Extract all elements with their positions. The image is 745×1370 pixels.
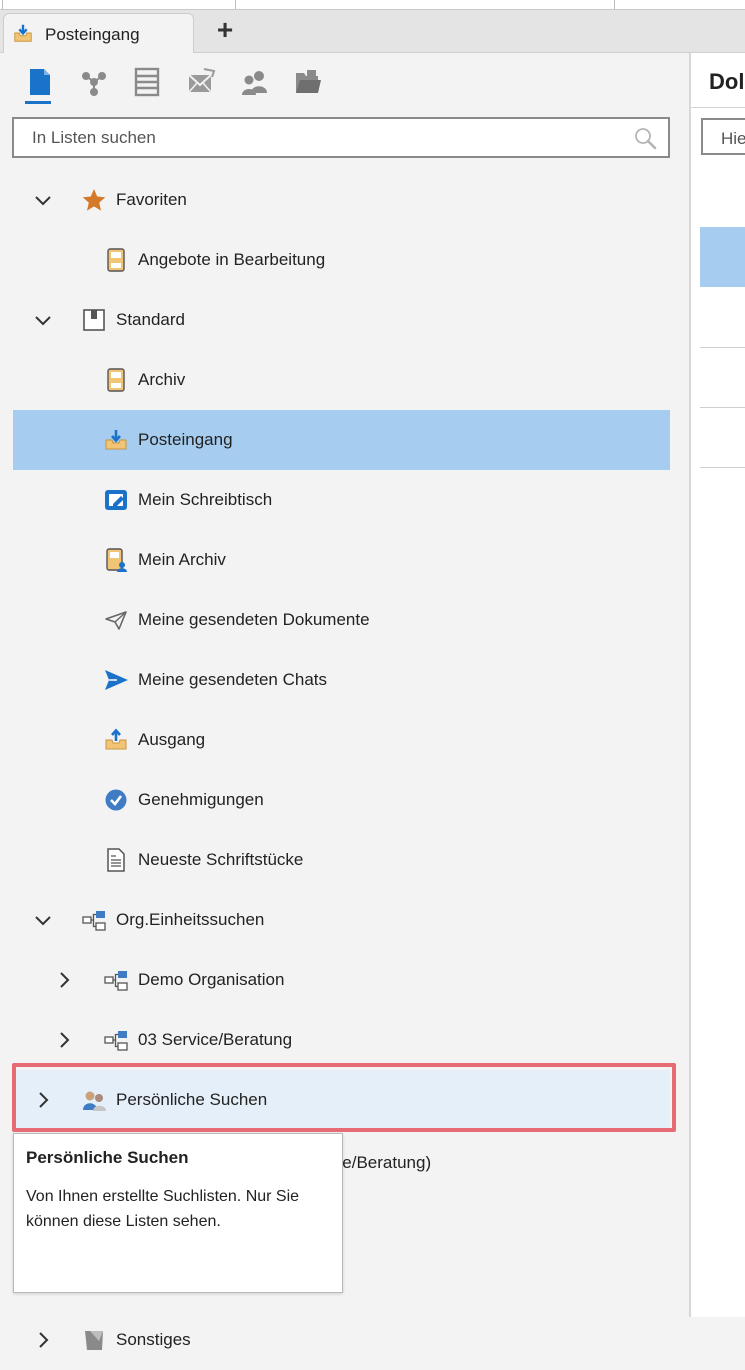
tree-item-label: Mein Schreibtisch bbox=[138, 490, 273, 509]
tree-item-genehmigungen[interactable]: Genehmigungen bbox=[13, 770, 670, 830]
tree-item-label: 03 Service/Beratung bbox=[138, 1030, 293, 1049]
tree-item-posteingang[interactable]: Posteingang bbox=[13, 410, 670, 470]
tab-bar: Posteingang + bbox=[0, 10, 745, 54]
outbox-icon bbox=[105, 728, 127, 750]
strip-separator bbox=[614, 0, 615, 9]
network-icon bbox=[82, 72, 106, 96]
people-icon bbox=[242, 71, 267, 95]
tree-item-persoenliche-suchen[interactable]: Persönliche Suchen bbox=[13, 1070, 670, 1130]
chevron-down-icon[interactable] bbox=[30, 187, 56, 213]
tree-item-label: Genehmigungen bbox=[138, 790, 264, 809]
tree-item-favoriten[interactable]: Favoriten bbox=[13, 170, 670, 230]
tree-item-gesendete-chats[interactable]: Meine gesendeten Chats bbox=[13, 650, 670, 710]
view-toolbar bbox=[0, 53, 689, 113]
tree-item-label: Meine gesendeten Chats bbox=[138, 670, 328, 689]
inbox-icon bbox=[105, 430, 127, 450]
folder-icon bbox=[296, 70, 321, 93]
tree-item-mein-archiv[interactable]: Mein Archiv bbox=[13, 530, 670, 590]
document-filter-input[interactable]: Hie bbox=[701, 118, 745, 155]
tree-item-label: Posteingang bbox=[138, 430, 233, 449]
star-icon bbox=[82, 189, 106, 211]
obscured-item-label: ice/Beratung) bbox=[330, 1153, 432, 1172]
tree-item-label: Mein Archiv bbox=[138, 550, 226, 569]
register-view-button[interactable] bbox=[132, 67, 162, 97]
tab-label: Posteingang bbox=[45, 25, 140, 44]
row-separator bbox=[700, 467, 745, 468]
document-icon bbox=[30, 69, 50, 95]
tooltip-title: Persönliche Suchen bbox=[26, 1148, 189, 1167]
row-separator bbox=[700, 407, 745, 408]
panel-title: Dol bbox=[709, 69, 745, 94]
mail-view-button[interactable] bbox=[186, 67, 216, 97]
chevron-right-icon[interactable] bbox=[51, 1027, 77, 1053]
chevron-down-icon[interactable] bbox=[30, 307, 56, 333]
files-view-button[interactable] bbox=[293, 67, 323, 97]
tree-item-label: Neueste Schriftstücke bbox=[138, 850, 304, 869]
tree-item-standard[interactable]: Standard bbox=[13, 290, 670, 350]
tree-item-demo-organisation[interactable]: Demo Organisation bbox=[13, 950, 670, 1010]
tree-item-gesendete-dokumente[interactable]: Meine gesendeten Dokumente bbox=[13, 590, 670, 650]
active-view-indicator bbox=[25, 101, 51, 104]
tree-item-neueste[interactable]: Neueste Schriftstücke bbox=[13, 830, 670, 890]
strip-separator bbox=[235, 0, 236, 9]
chevron-right-icon[interactable] bbox=[30, 1327, 56, 1353]
send-icon bbox=[105, 670, 128, 690]
desk-edit-icon bbox=[105, 490, 127, 510]
new-tab-button[interactable]: + bbox=[210, 16, 240, 46]
left-navigation-panel: Favoriten Angebote in Bearbeitung Standa… bbox=[0, 53, 689, 1350]
tree-item-service-beratung[interactable]: 03 Service/Beratung bbox=[13, 1010, 670, 1070]
cabinet-icon bbox=[134, 67, 160, 97]
org-unit-icon bbox=[104, 1031, 128, 1051]
filter-placeholder: Hie bbox=[721, 129, 745, 148]
misc-box-icon bbox=[85, 1331, 103, 1350]
document-view-button[interactable] bbox=[25, 67, 55, 97]
chevron-right-icon[interactable] bbox=[51, 967, 77, 993]
network-view-button[interactable] bbox=[79, 67, 109, 97]
document-list-panel: Dol Hie bbox=[691, 53, 745, 1317]
row-separator bbox=[700, 347, 745, 348]
paper-plane-outline-icon bbox=[105, 611, 127, 630]
strip-separator bbox=[2, 0, 3, 9]
mail-icon bbox=[188, 68, 216, 93]
personal-search-icon bbox=[83, 1091, 106, 1111]
archive-binder-icon bbox=[107, 248, 125, 272]
tree-item-label: Persönliche Suchen bbox=[116, 1090, 268, 1109]
tree-item-angebote[interactable]: Angebote in Bearbeitung bbox=[13, 230, 670, 290]
tree-item-label: Favoriten bbox=[116, 190, 187, 209]
tree-item-sonstiges[interactable]: Sonstiges bbox=[13, 1310, 670, 1370]
tree-item-schreibtisch[interactable]: Mein Schreibtisch bbox=[13, 470, 670, 530]
standard-list-icon bbox=[83, 309, 105, 331]
tab-posteingang[interactable]: Posteingang bbox=[3, 13, 194, 54]
tree-item-label: Ausgang bbox=[138, 730, 206, 749]
tree-item-archiv[interactable]: Archiv bbox=[13, 350, 670, 410]
tree-item-label: Standard bbox=[116, 310, 185, 329]
tree-item-label: Sonstiges bbox=[116, 1330, 191, 1349]
tooltip-body: Von Ihnen erstellte Suchlisten. Nur Sie … bbox=[26, 1188, 300, 1230]
tree-item-label: Archiv bbox=[138, 370, 186, 389]
contacts-view-button[interactable] bbox=[240, 67, 270, 97]
org-unit-icon bbox=[104, 971, 128, 991]
chevron-down-icon[interactable] bbox=[30, 907, 56, 933]
search-icon[interactable] bbox=[632, 125, 658, 151]
list-search-input[interactable] bbox=[14, 119, 624, 156]
tree-item-org[interactable]: Org.Einheitssuchen bbox=[13, 890, 670, 950]
tooltip: Persönliche Suchen Von Ihnen erstellte S… bbox=[13, 1133, 343, 1293]
tree-item-label: Angebote in Bearbeitung bbox=[138, 250, 326, 269]
inbox-icon bbox=[14, 24, 32, 42]
document-row-selected[interactable] bbox=[700, 227, 745, 287]
personal-archive-icon bbox=[106, 548, 127, 572]
window-top-strip bbox=[0, 0, 745, 10]
list-search-box[interactable] bbox=[12, 117, 670, 158]
title-underline bbox=[691, 107, 745, 108]
text-document-icon bbox=[107, 848, 125, 872]
tree-item-label: Org.Einheitssuchen bbox=[116, 910, 265, 929]
chevron-right-icon[interactable] bbox=[30, 1087, 56, 1113]
tree-item-ausgang[interactable]: Ausgang bbox=[13, 710, 670, 770]
archive-binder-icon bbox=[107, 368, 125, 392]
tree-item-label: Demo Organisation bbox=[138, 970, 285, 989]
org-unit-icon bbox=[82, 911, 106, 931]
tree-item-label: Meine gesendeten Dokumente bbox=[138, 610, 370, 629]
check-circle-icon bbox=[105, 789, 127, 811]
